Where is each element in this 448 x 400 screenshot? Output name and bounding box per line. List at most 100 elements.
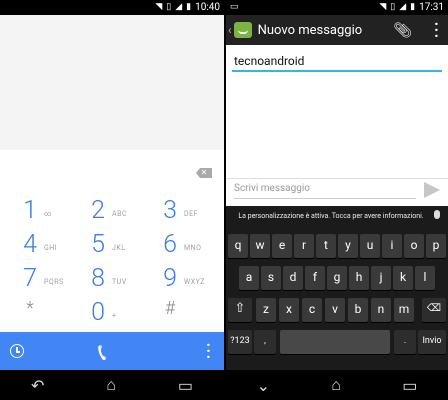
- key-l[interactable]: l: [415, 266, 435, 290]
- comma-key[interactable]: ,: [254, 330, 276, 354]
- dial-key-letters: GHI: [44, 244, 58, 252]
- key-p[interactable]: p: [426, 234, 446, 258]
- dial-key-0[interactable]: 0 +: [86, 298, 156, 332]
- symbols-key[interactable]: ?123: [228, 330, 252, 354]
- key-j[interactable]: j: [371, 266, 391, 290]
- key-g[interactable]: g: [327, 266, 347, 290]
- battery-icon: ▮: [186, 2, 192, 12]
- key-e[interactable]: e: [272, 234, 292, 258]
- key-i[interactable]: i: [382, 234, 402, 258]
- key-a[interactable]: a: [239, 266, 259, 290]
- battery-icon: ▮: [410, 2, 416, 12]
- messaging-screen: ▭ ◥ ▯ ◢ ▮ 17:31 ‹ Nuovo messaggio 📎︎ · · ·…: [226, 0, 448, 400]
- wifi-icon: ◥: [155, 2, 163, 12]
- keyboard-row-4: ?123 , . Invio: [226, 330, 448, 354]
- key-k[interactable]: k: [393, 266, 413, 290]
- dial-key-hash[interactable]: #: [158, 298, 224, 332]
- dial-key-letters: TUV: [112, 278, 127, 286]
- dial-key-number: 9: [163, 264, 177, 293]
- key-u[interactable]: u: [360, 234, 380, 258]
- messaging-app-icon[interactable]: [233, 22, 252, 38]
- microphone-icon[interactable]: [434, 210, 440, 219]
- dial-key-letters: ∞: [44, 210, 52, 218]
- dial-key-number: 6: [163, 230, 177, 259]
- key-h[interactable]: h: [349, 266, 369, 290]
- dial-key-letters: ABC: [112, 210, 127, 218]
- key-d[interactable]: d: [283, 266, 303, 290]
- dial-key-4[interactable]: 4 GHI: [18, 230, 88, 264]
- dial-key-letters: WXYZ: [184, 278, 205, 286]
- key-q[interactable]: q: [228, 234, 248, 258]
- key-r[interactable]: r: [294, 234, 314, 258]
- dial-key-number: 1: [23, 196, 37, 225]
- key-w[interactable]: w: [250, 234, 270, 258]
- key-n[interactable]: n: [371, 298, 391, 322]
- space-key[interactable]: [280, 330, 390, 354]
- dial-key-7[interactable]: 7 PQRS: [18, 264, 88, 298]
- dial-key-letters: PQRS: [44, 278, 64, 286]
- dial-key-number: #: [164, 298, 176, 319]
- key-s[interactable]: s: [261, 266, 281, 290]
- delete-key[interactable]: ⌫: [422, 298, 446, 322]
- compose-bar: Scrivi messaggio: [226, 178, 448, 204]
- action-bar: ‹ Nuovo messaggio 📎︎ · · ·: [226, 15, 448, 45]
- overflow-menu-icon[interactable]: · · ·: [206, 337, 211, 365]
- recipient-field[interactable]: tecnoandroid: [232, 52, 442, 72]
- attach-icon[interactable]: 📎︎: [393, 21, 412, 39]
- key-c[interactable]: c: [302, 298, 322, 322]
- dial-key-9[interactable]: 9 WXYZ: [158, 264, 224, 298]
- sim-icon: ▯: [166, 2, 172, 12]
- keyboard-row-2: asdfghjkl: [226, 266, 448, 290]
- dial-key-2[interactable]: 2 ABC: [86, 196, 156, 230]
- dial-key-1[interactable]: 1 ∞: [18, 196, 88, 230]
- page-title: Nuovo messaggio: [257, 22, 363, 38]
- dial-key-6[interactable]: 6 MNO: [158, 230, 224, 264]
- key-o[interactable]: o: [404, 234, 424, 258]
- recents-icon[interactable]: ▭: [402, 376, 417, 395]
- dial-key-number: *: [26, 298, 34, 319]
- backspace-icon[interactable]: ✕: [196, 168, 212, 178]
- navigation-bar: ↶ ⌂ ▭: [0, 370, 224, 400]
- recents-icon[interactable]: ▭: [178, 376, 193, 395]
- home-icon[interactable]: ⌂: [331, 375, 341, 395]
- chevron-down-icon[interactable]: ⌄: [257, 376, 270, 395]
- key-z[interactable]: z: [256, 298, 276, 322]
- up-chevron-icon[interactable]: ‹: [228, 23, 232, 37]
- dial-key-number: 4: [23, 230, 37, 259]
- signal-icon: ◢: [399, 2, 407, 12]
- key-t[interactable]: t: [316, 234, 336, 258]
- send-icon[interactable]: [424, 182, 440, 198]
- status-time: 10:40: [195, 2, 220, 13]
- enter-key[interactable]: Invio: [418, 330, 446, 354]
- signal-icon: ◢: [175, 2, 183, 12]
- dial-key-star[interactable]: *: [18, 298, 88, 332]
- clock-icon[interactable]: [10, 344, 24, 358]
- dialed-number-area[interactable]: [0, 15, 224, 150]
- key-v[interactable]: v: [325, 298, 345, 322]
- dial-key-number: 5: [91, 230, 105, 259]
- key-f[interactable]: f: [305, 266, 325, 290]
- dial-key-8[interactable]: 8 TUV: [86, 264, 156, 298]
- dial-key-number: 8: [91, 264, 105, 293]
- keyboard-hint[interactable]: La personalizzazione è attiva. Tocca per…: [226, 212, 448, 220]
- back-icon[interactable]: ↶: [31, 376, 44, 395]
- message-input[interactable]: Scrivi messaggio: [234, 183, 416, 199]
- notification-icon: ▭: [230, 2, 239, 12]
- soft-keyboard: La personalizzazione è attiva. Tocca per…: [226, 206, 448, 370]
- period-key[interactable]: .: [394, 330, 416, 354]
- dial-key-number: 3: [163, 196, 177, 225]
- key-b[interactable]: b: [348, 298, 368, 322]
- phone-icon[interactable]: 📞︎: [98, 338, 106, 366]
- overflow-menu-icon[interactable]: · · ·: [434, 16, 439, 44]
- shift-key[interactable]: ⇧: [228, 298, 252, 322]
- dial-key-3[interactable]: 3 DEF: [158, 196, 224, 230]
- dial-key-5[interactable]: 5 JKL: [86, 230, 156, 264]
- home-icon[interactable]: ⌂: [106, 375, 116, 395]
- keyboard-row-1: qwertyuiop: [226, 234, 448, 258]
- dial-key-number: 0: [91, 298, 105, 327]
- key-x[interactable]: x: [279, 298, 299, 322]
- status-bar: ◥ ▯ ◢ ▮ 10:40: [0, 0, 224, 15]
- key-y[interactable]: y: [338, 234, 358, 258]
- dialer-action-bar: 📞︎ · · ·: [0, 332, 224, 370]
- key-m[interactable]: m: [394, 298, 414, 322]
